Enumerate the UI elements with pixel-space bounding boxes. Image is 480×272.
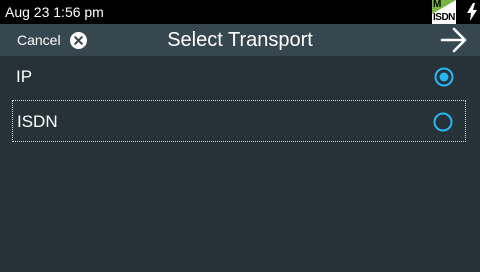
radio-selected-icon[interactable] <box>434 67 454 87</box>
isdn-badge-label: ISDN <box>433 12 455 23</box>
status-time: Aug 23 1:56 pm <box>5 4 104 20</box>
cancel-label: Cancel <box>17 32 61 48</box>
cancel-button[interactable]: Cancel <box>17 24 87 56</box>
close-circle-icon <box>69 31 87 49</box>
option-label: ISDN <box>17 112 58 131</box>
transport-option-ip[interactable]: IP <box>12 56 466 98</box>
transport-option-isdn[interactable]: ISDN <box>12 100 466 142</box>
option-label: IP <box>16 67 33 86</box>
arrow-right-icon[interactable] <box>440 27 468 53</box>
header-bar: Cancel Select Transport <box>0 24 480 56</box>
isdn-badge-letter: M <box>433 0 442 10</box>
power-bolt-icon <box>467 3 477 21</box>
status-bar: Aug 23 1:56 pm M ISDN <box>0 0 480 24</box>
radio-unselected-icon[interactable] <box>433 112 453 132</box>
isdn-status-icon: M ISDN <box>432 0 456 24</box>
